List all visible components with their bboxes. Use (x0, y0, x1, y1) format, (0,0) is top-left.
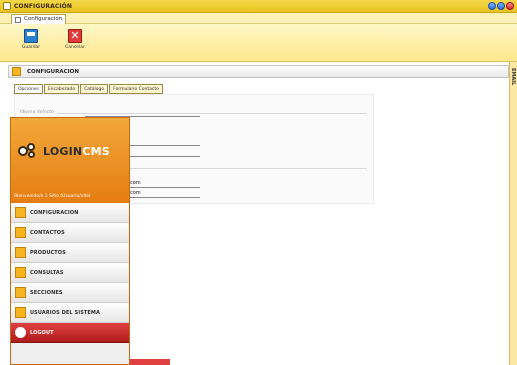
logo-text-cms: CMS (82, 145, 110, 158)
tab-label: Configuración (24, 16, 63, 22)
side-tab-label: EMAIL (510, 68, 516, 86)
section-title: CONFIGURACION (27, 68, 79, 75)
login-cms-panel: LOGINCMS Bienvenido/a 1 Sitio (Usuario/o… (10, 117, 130, 365)
menu-item-contactos[interactable]: CONTACTOS (11, 223, 129, 243)
brand-header: LOGINCMS Bienvenido/a 1 Sitio (Usuario/o… (11, 118, 129, 203)
sections-icon (15, 287, 26, 298)
save-button[interactable]: Guardar (20, 29, 42, 50)
menu-label: LOGOUT (30, 329, 54, 336)
email-value-2: com (130, 190, 141, 196)
contacts-icon (15, 227, 26, 238)
menu-label: CONTACTOS (30, 229, 65, 236)
app-icon (3, 2, 11, 10)
cancel-label: Cancelar (65, 45, 85, 50)
maximize-icon[interactable] (497, 2, 505, 10)
menu-item-usuarios[interactable]: USUARIOS DEL SISTEMA (11, 303, 129, 323)
menu-item-logout[interactable]: LOGOUT (11, 323, 129, 343)
cancel-icon: ✕ (68, 29, 82, 43)
email-value-1: com (130, 180, 141, 186)
side-menu: CONFIGURACION CONTACTOS PRODUCTOS CONSUL… (11, 203, 129, 343)
form-tabs: Opciones Encabezado Catálogo Formulario … (14, 84, 164, 94)
document-icon (15, 17, 21, 23)
cancel-button[interactable]: ✕ Cancelar (64, 29, 86, 50)
window-titlebar: CONFIGURACIÓN (0, 0, 517, 13)
save-label: Guardar (21, 45, 41, 50)
logout-icon (15, 327, 26, 338)
window-title: CONFIGURACIÓN (14, 2, 72, 10)
email-field-2[interactable] (130, 197, 200, 198)
menu-label: USUARIOS DEL SISTEMA (30, 309, 100, 316)
users-icon (15, 307, 26, 318)
tab-opciones[interactable]: Opciones (14, 84, 43, 94)
gears-icon (18, 143, 38, 161)
fieldset-label: Idioma defecto (20, 110, 54, 115)
logo: LOGINCMS (43, 145, 110, 158)
section-header: CONFIGURACION (8, 65, 509, 78)
menu-label: SECCIONES (30, 289, 63, 296)
close-icon[interactable] (506, 2, 514, 10)
menu-item-productos[interactable]: PRODUCTOS (11, 243, 129, 263)
logo-text-login: LOGIN (43, 145, 83, 158)
inquiries-icon (15, 267, 26, 278)
toolbar: Guardar ✕ Cancelar (0, 24, 517, 62)
menu-item-configuracion[interactable]: CONFIGURACION (11, 203, 129, 223)
bottom-accent (130, 359, 170, 365)
fieldset-rule (57, 113, 367, 114)
products-icon (15, 247, 26, 258)
email-field-1[interactable] (130, 187, 200, 188)
menu-label: CONSULTAS (30, 269, 64, 276)
menu-item-secciones[interactable]: SECCIONES (11, 283, 129, 303)
menu-label: CONFIGURACION (30, 209, 79, 216)
side-tab-email[interactable]: EMAIL (509, 62, 517, 365)
tab-catalogo[interactable]: Catálogo (80, 84, 109, 94)
tab-encabezado[interactable]: Encabezado (43, 84, 80, 94)
tab-formulario-contacto[interactable]: Formulario Contacto (109, 84, 163, 94)
menu-item-consultas[interactable]: CONSULTAS (11, 263, 129, 283)
section-icon (12, 67, 21, 76)
gear-icon (15, 207, 26, 218)
minimize-icon[interactable] (488, 2, 496, 10)
save-icon (24, 29, 38, 43)
window-controls (488, 2, 514, 10)
tab-strip: Configuración (0, 13, 517, 24)
tab-configuracion[interactable]: Configuración (11, 14, 67, 24)
welcome-text: Bienvenido/a 1 Sitio (Usuario/olla) (14, 194, 91, 199)
menu-label: PRODUCTOS (30, 249, 66, 256)
